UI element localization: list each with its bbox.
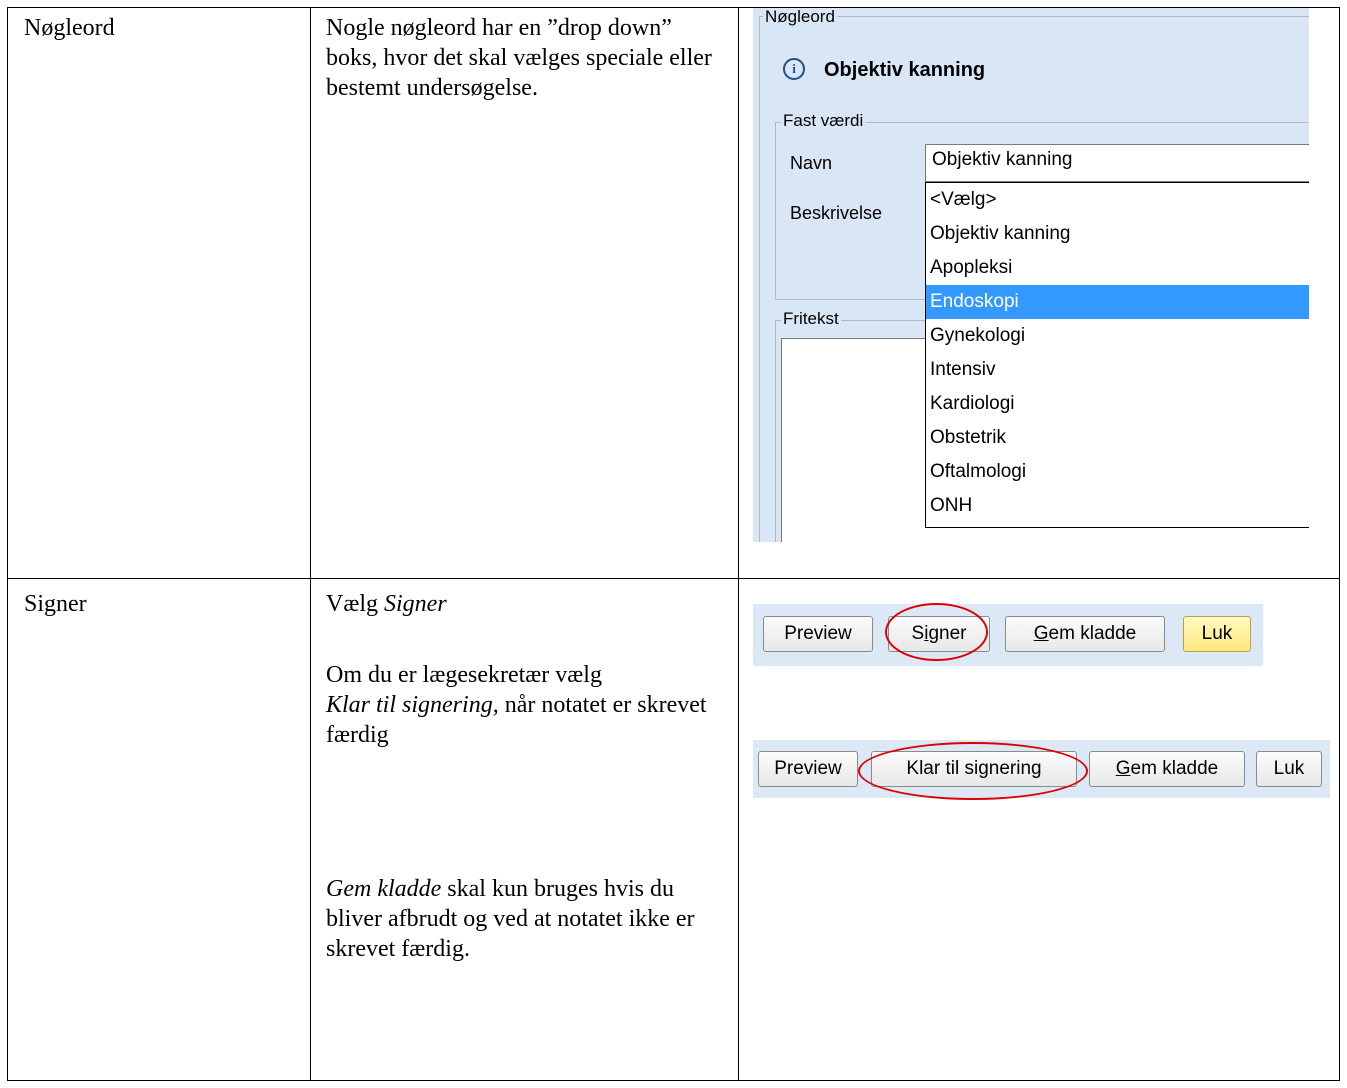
dropdown-option-selected[interactable]: Endoskopi	[926, 285, 1309, 319]
dropdown-option[interactable]: ONH	[926, 489, 1309, 523]
luk-button[interactable]: Luk	[1183, 616, 1251, 652]
dropdown-option[interactable]: Intensiv	[926, 353, 1309, 387]
table-row-divider	[7, 578, 1340, 579]
name-combobox[interactable]: Objektiv kanning	[925, 144, 1309, 182]
preview-button-2[interactable]: Preview	[758, 751, 858, 787]
row2-p2-emphasis: Klar til signering,	[326, 692, 499, 718]
row2-p2-before: Om du er lægesekretær vælg	[326, 662, 602, 688]
dropdown-option[interactable]: Oftalmologi	[926, 455, 1309, 489]
table-border-left	[7, 7, 8, 1081]
gem-kladde-button-2[interactable]: Gem kladde	[1089, 751, 1245, 787]
info-icon: i	[783, 58, 805, 80]
button-bar-secretary: Preview Klar til signering Gem kladde Lu…	[753, 740, 1330, 798]
fixed-value-legend: Fast værdi	[781, 111, 866, 131]
row1-description: Nogle nøgleord har en ”drop down” boks, …	[326, 15, 712, 101]
row2-p1-prefix: Vælg	[326, 591, 385, 617]
dropdown-option[interactable]: Kardiologi	[926, 387, 1309, 421]
row2-paragraph-3: Gem kladde skal kun bruges hvis du blive…	[326, 874, 721, 964]
row2-paragraph-1: Vælg Signer	[326, 589, 721, 619]
name-label: Navn	[790, 153, 833, 173]
row2-p3-emphasis: Gem kladde	[326, 876, 442, 902]
button-bar-doctor: Preview Signer Gem kladde Luk	[753, 604, 1263, 666]
table-border-right	[1339, 7, 1340, 1081]
row1-term: Nøgleord	[24, 15, 115, 41]
dropdown-option[interactable]: Apopleksi	[926, 251, 1309, 285]
dropdown-option[interactable]: Gynekologi	[926, 319, 1309, 353]
row2-p1-emphasis: Signer	[384, 591, 447, 617]
klar-til-signering-button[interactable]: Klar til signering	[871, 751, 1077, 787]
keyword-dialog-screenshot: Nøgleord i Objektiv kanning Fast værdi N…	[753, 8, 1309, 542]
dropdown-option[interactable]: <Vælg>	[926, 183, 1309, 217]
table-col-divider-1	[310, 7, 311, 1081]
table-border-bottom	[7, 1080, 1340, 1081]
specialty-dropdown-list[interactable]: <Vælg> Objektiv kanning Apopleksi Endosk…	[925, 182, 1309, 528]
document-page: Nøgleord Nogle nøgleord har en ”drop dow…	[0, 0, 1347, 1088]
preview-button[interactable]: Preview	[763, 616, 873, 652]
freetext-legend: Fritekst	[781, 309, 841, 329]
luk-button-2[interactable]: Luk	[1256, 751, 1322, 787]
row2-term: Signer	[24, 591, 87, 617]
table-col-divider-2	[738, 7, 739, 1081]
keyword-group-legend: Nøgleord	[763, 8, 837, 27]
description-label: Beskrivelse	[790, 203, 883, 223]
gem-kladde-button[interactable]: Gem kladde	[1005, 616, 1165, 652]
dropdown-option[interactable]: Obstetrik	[926, 421, 1309, 455]
dropdown-option[interactable]: Objektiv kanning	[926, 217, 1309, 251]
row2-paragraph-2: Om du er lægesekretær vælg Klar til sign…	[326, 660, 721, 750]
keyword-title: Objektiv kanning	[824, 59, 986, 81]
signer-button[interactable]: Signer	[888, 616, 990, 652]
